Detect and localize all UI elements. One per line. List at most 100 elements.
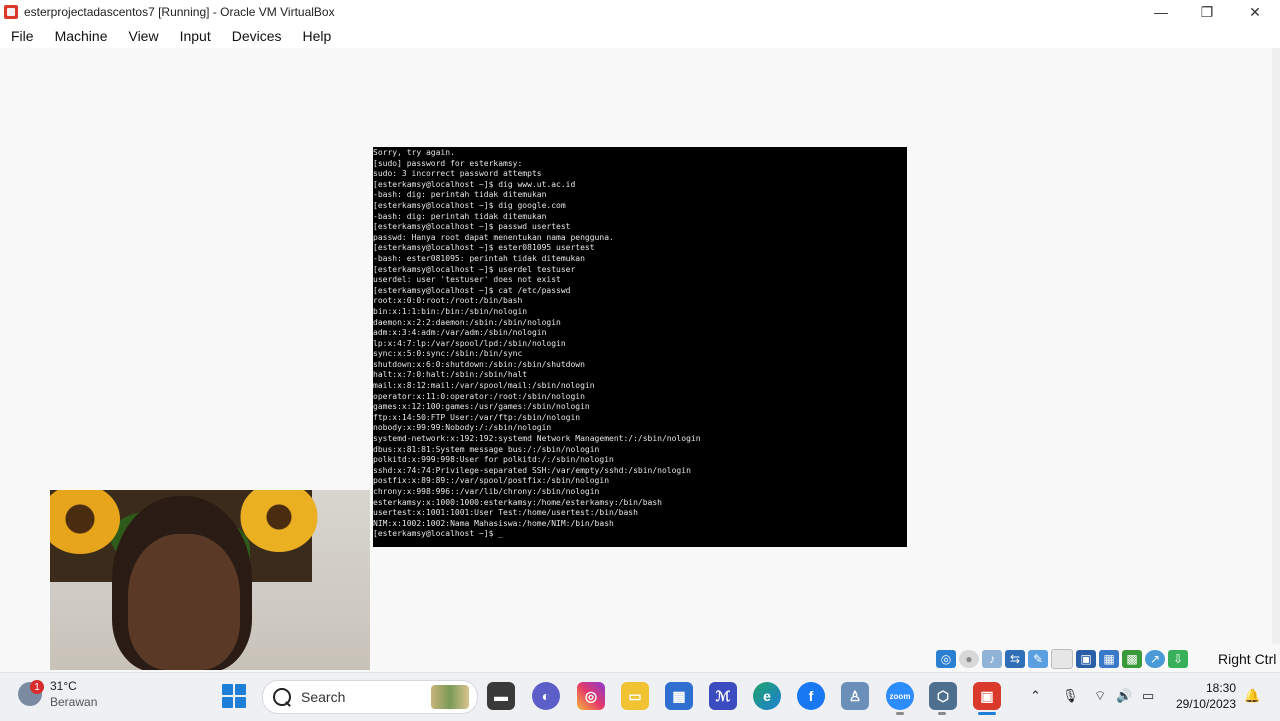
- console-line: -bash: dig: perintah tidak ditemukan: [373, 190, 547, 200]
- console-line: lp:x:4:7:lp:/var/spool/lpd:/sbin/nologin: [373, 338, 566, 348]
- active-window-indicator: [978, 712, 996, 715]
- start-button[interactable]: [222, 684, 246, 708]
- menu-bar: File Machine View Input Devices Help: [0, 24, 1280, 48]
- console-line: [esterkamsy@localhost ~]$ passwd usertes…: [373, 222, 571, 232]
- display-icon[interactable]: ▣: [1076, 650, 1096, 668]
- virtualbox-vm-window-icon[interactable]: ▣: [973, 682, 1001, 710]
- shared-folders-icon[interactable]: [1051, 649, 1073, 669]
- console-line: adm:x:3:4:adm:/var/adm:/sbin/nologin: [373, 328, 547, 338]
- console-line: nobody:x:99:99:Nobody:/:/sbin/nologin: [373, 423, 552, 433]
- console-line: ftp:x:14:50:FTP User:/var/ftp:/sbin/nolo…: [373, 412, 581, 422]
- menu-input[interactable]: Input: [169, 28, 221, 44]
- title-bar: esterprojectadascentos7 [Running] - Orac…: [0, 0, 1280, 24]
- console-line: halt:x:7:0:halt:/sbin:/sbin/halt: [373, 370, 528, 380]
- search-icon: [273, 688, 291, 706]
- show-hidden-icons-chevron-icon[interactable]: ⌃: [1030, 688, 1041, 704]
- console-line: usertest:x:1001:1001:User Test:/home/use…: [373, 508, 638, 518]
- console-line: daemon:x:2:2:daemon:/sbin:/sbin/nologin: [373, 317, 561, 327]
- console-line: dbus:x:81:81:System message bus:/:/sbin/…: [373, 444, 600, 454]
- keyboard-capture-icon[interactable]: ⇩: [1168, 650, 1188, 668]
- vm-status-icons: ◎ ● ♪ ⇆ ✎ ▣ ▦ ▩ ↗ ⇩: [936, 648, 1188, 670]
- network-icon[interactable]: ⇆: [1005, 650, 1025, 668]
- user-app-icon[interactable]: ♙: [841, 682, 869, 710]
- search-placeholder: Search: [301, 689, 346, 705]
- console-line: [esterkamsy@localhost ~]$ ester081095 us…: [373, 243, 595, 253]
- minimize-button[interactable]: —: [1138, 0, 1184, 24]
- taskbar-search-box[interactable]: Search: [262, 680, 478, 714]
- close-button[interactable]: ✕: [1232, 0, 1278, 24]
- weather-widget[interactable]: 1 31°C Berawan: [18, 678, 97, 710]
- zoom-icon[interactable]: zoom: [886, 682, 914, 710]
- menu-devices[interactable]: Devices: [221, 28, 292, 44]
- file-explorer-icon[interactable]: ▭: [621, 682, 649, 710]
- weather-description: Berawan: [50, 695, 98, 709]
- hard-disk-icon[interactable]: ◎: [936, 650, 956, 668]
- console-line: -bash: ester081095: perintah tidak ditem…: [373, 253, 585, 263]
- console-line: NIM:x:1002:1002:Nama Mahasiswa:/home/NIM…: [373, 518, 614, 528]
- host-key-label: Right Ctrl: [1218, 651, 1277, 667]
- menu-file[interactable]: File: [0, 28, 44, 44]
- video-capture-icon[interactable]: ▦: [1099, 650, 1119, 668]
- virtualbox-manager-icon[interactable]: ⬡: [929, 682, 957, 710]
- microphone-icon[interactable]: 🎙: [1062, 688, 1079, 704]
- search-highlight-image: [431, 685, 469, 709]
- console-line: operator:x:11:0:operator:/root:/sbin/nol…: [373, 391, 585, 401]
- battery-icon[interactable]: ▭: [1142, 688, 1154, 704]
- editor-app-icon[interactable]: ℳ: [709, 682, 737, 710]
- cpu-icon[interactable]: ▩: [1122, 650, 1142, 668]
- virtualbox-app-icon: [4, 5, 18, 19]
- instagram-icon[interactable]: ◎: [577, 682, 605, 710]
- console-line: bin:x:1:1:bin:/bin:/sbin/nologin: [373, 306, 528, 316]
- audio-icon[interactable]: ♪: [982, 650, 1002, 668]
- console-line: mail:x:8:12:mail:/var/spool/mail:/sbin/n…: [373, 381, 595, 391]
- virtualbox-running-indicator: [938, 712, 946, 715]
- console-line: postfix:x:89:89::/var/spool/postfix:/sbi…: [373, 476, 610, 486]
- console-line: esterkamsy:x:1000:1000:esterkamsy:/home/…: [373, 497, 662, 507]
- console-line: root:x:0:0:root:/root:/bin/bash: [373, 296, 523, 306]
- notification-bell-icon[interactable]: 🔔: [1244, 688, 1260, 704]
- zoom-running-indicator: [896, 712, 904, 715]
- menu-help[interactable]: Help: [292, 28, 342, 44]
- usb-icon[interactable]: ✎: [1028, 650, 1048, 668]
- console-line: [esterkamsy@localhost ~]$ userdel testus…: [373, 264, 576, 274]
- microsoft-store-icon[interactable]: ▦: [665, 682, 693, 710]
- console-line: polkitd:x:999:998:User for polkitd:/:/sb…: [373, 455, 614, 465]
- wifi-icon[interactable]: ⌔: [1094, 688, 1106, 704]
- console-line: sync:x:5:0:sync:/sbin:/bin/sync: [373, 349, 523, 359]
- window-title: esterprojectadascentos7 [Running] - Orac…: [24, 5, 335, 19]
- console-line: [sudo] password for esterkamsy:: [373, 158, 523, 168]
- weather-temperature: 31°C: [50, 679, 77, 693]
- volume-icon[interactable]: 🔊: [1116, 688, 1132, 704]
- console-line: [esterkamsy@localhost ~]$ _: [373, 529, 504, 539]
- teams-chat-icon[interactable]: ◐: [532, 682, 560, 710]
- console-line: [esterkamsy@localhost ~]$ dig www.ut.ac.…: [373, 179, 576, 189]
- mouse-integration-icon[interactable]: ↗: [1145, 650, 1165, 668]
- console-line: [esterkamsy@localhost ~]$ dig google.com: [373, 200, 566, 210]
- console-line: -bash: dig: perintah tidak ditemukan: [373, 211, 547, 221]
- maximize-button[interactable]: ❐: [1184, 0, 1230, 24]
- windows-logo-icon: [222, 684, 233, 695]
- menu-machine[interactable]: Machine: [44, 28, 118, 44]
- console-line: [esterkamsy@localhost ~]$ cat /etc/passw…: [373, 285, 571, 295]
- webcam-video-overlay: [50, 490, 370, 670]
- console-line: sudo: 3 incorrect password attempts: [373, 169, 542, 179]
- console-line: chrony:x:998:996::/var/lib/chrony:/sbin/…: [373, 487, 600, 496]
- optical-drive-icon[interactable]: ●: [959, 650, 979, 668]
- edge-browser-icon[interactable]: e: [753, 682, 781, 710]
- clock-time: 18:30: [1205, 681, 1236, 695]
- console-line: games:x:12:100:games:/usr/games:/sbin/no…: [373, 402, 590, 412]
- console-line: sshd:x:74:74:Privilege-separated SSH:/va…: [373, 465, 691, 475]
- console-output: Sorry, try again. [sudo] password for est…: [373, 147, 907, 540]
- task-view-icon[interactable]: ▬: [487, 682, 515, 710]
- vm-console-screen[interactable]: Sorry, try again. [sudo] password for est…: [373, 147, 907, 547]
- facebook-icon[interactable]: f: [797, 682, 825, 710]
- notification-badge: 1: [30, 680, 44, 694]
- console-line: userdel: user 'testuser' does not exist: [373, 275, 561, 285]
- console-line: Sorry, try again.: [373, 148, 455, 157]
- system-clock[interactable]: 18:30 29/10/2023: [1172, 680, 1236, 712]
- console-line: shutdown:x:6:0:shutdown:/sbin:/sbin/shut…: [373, 359, 585, 369]
- console-line: passwd: Hanya root dapat menentukan nama…: [373, 232, 614, 242]
- weather-cloud-icon: 1: [18, 680, 44, 706]
- vertical-scrollbar[interactable]: [1272, 48, 1280, 644]
- menu-view[interactable]: View: [117, 28, 168, 44]
